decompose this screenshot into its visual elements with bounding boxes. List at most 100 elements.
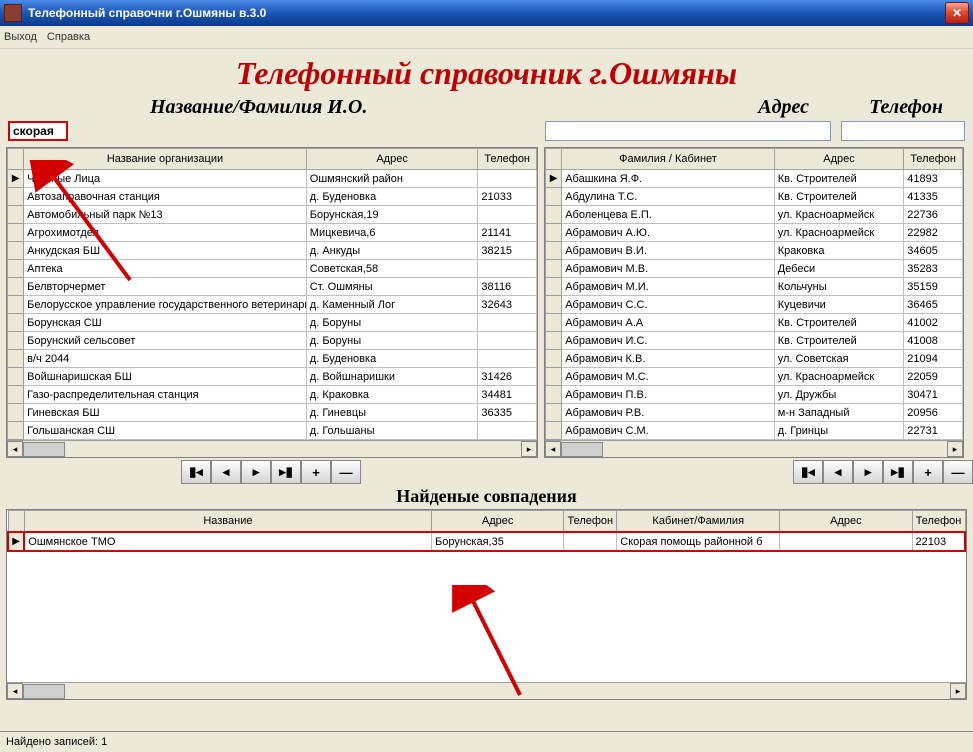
menu-exit[interactable]: Выход [4,31,37,43]
nav-del[interactable]: — [943,460,973,484]
table-row[interactable]: Абрамович А.АКв. Строителей41002 [546,314,963,332]
table-row[interactable]: Гольшанская СШд. Гольшаны [8,422,537,440]
match-grid[interactable]: Название Адрес Телефон Кабинет/Фамилия А… [7,510,966,552]
nav-last[interactable]: ▸▮ [883,460,913,484]
table-row[interactable]: Абрамович К.В.ул. Советская21094 [546,350,963,368]
orgs-col-name[interactable]: Название организации [24,149,307,170]
match-col-name[interactable]: Название [24,511,431,533]
cell: д. Буденовка [306,188,478,206]
nav-add[interactable]: + [913,460,943,484]
people-hscroll[interactable]: ◂ ▸ [545,440,963,457]
table-row[interactable]: Абрамович М.В.Дебеси35283 [546,260,963,278]
orgs-col-phone[interactable]: Телефон [478,149,537,170]
orgs-col-addr[interactable]: Адрес [306,149,478,170]
table-row[interactable]: Абрамович Р.В.м-н Западный20956 [546,404,963,422]
scroll-thumb[interactable] [23,442,65,457]
table-row[interactable]: Гиневская БШд. Гиневцы36335 [8,404,537,422]
table-row[interactable]: ▶Абашкина Я.Ф.Кв. Строителей41893 [546,170,963,188]
table-row[interactable]: Абдулина Т.С.Кв. Строителей41335 [546,188,963,206]
cell: 41002 [904,314,963,332]
nav-prev[interactable]: ◂ [823,460,853,484]
scroll-left-icon[interactable]: ◂ [545,441,561,457]
table-row[interactable]: Газо-распределительная станцияд. Краковк… [8,386,537,404]
table-row[interactable]: Абрамович В.И.Краковка34605 [546,242,963,260]
table-row[interactable]: АптекаСоветская,58 [8,260,537,278]
table-row[interactable]: Аболенцева Е.П.ул. Красноармейск22736 [546,206,963,224]
main-heading: Телефонный справочник г.Ошмяны [0,55,973,92]
people-col-addr[interactable]: Адрес [774,149,904,170]
row-marker [546,422,562,440]
table-row[interactable]: Автомобильный парк №13Борунская,19 [8,206,537,224]
orgs-hscroll[interactable]: ◂ ▸ [7,440,537,457]
next-icon: ▸ [865,464,872,480]
match-col-addr2[interactable]: Адрес [780,511,912,533]
nav-first[interactable]: ▮◂ [181,460,211,484]
table-row[interactable]: ▶Частные ЛицаОшмянский район [8,170,537,188]
nav-next[interactable]: ▸ [853,460,883,484]
table-row[interactable]: Войшнаришская БШд. Войшнаришки31426 [8,368,537,386]
nav-next[interactable]: ▸ [241,460,271,484]
table-row[interactable]: Абрамович А.Ю.ул. Красноармейск22982 [546,224,963,242]
scroll-thumb[interactable] [23,684,65,699]
table-row[interactable]: Анкудская БШд. Анкуды38215 [8,242,537,260]
table-row[interactable]: Абрамович С.М.д. Гринцы22731 [546,422,963,440]
row-marker [546,314,562,332]
match-col-cab[interactable]: Кабинет/Фамилия [617,511,780,533]
cell: Белорусское управление государственного … [24,296,307,314]
scroll-right-icon[interactable]: ▸ [950,683,966,699]
row-marker [546,332,562,350]
search-addr-input[interactable] [545,121,831,141]
nav-last[interactable]: ▸▮ [271,460,301,484]
row-marker: ▶ [8,170,24,188]
match-col-addr[interactable]: Адрес [432,511,564,533]
scroll-right-icon[interactable]: ▸ [947,441,963,457]
people-col-phone[interactable]: Телефон [904,149,963,170]
cell: Ошмянский район [306,170,478,188]
cell: Абрамович К.В. [562,350,775,368]
table-row[interactable]: Абрамович С.С.Куцевичи36465 [546,296,963,314]
close-button[interactable]: ✕ [945,2,969,24]
table-row[interactable]: в/ч 2044д. Буденовка [8,350,537,368]
nav-del[interactable]: — [331,460,361,484]
table-row[interactable]: Абрамович И.С.Кв. Строителей41008 [546,332,963,350]
label-name: Название/Фамилия И.О. [150,96,367,119]
cell: 34481 [478,386,537,404]
prev-icon: ◂ [223,464,230,480]
cell: Автозаправочная станция [24,188,307,206]
cell: ул. Красноармейск [774,224,904,242]
scroll-left-icon[interactable]: ◂ [7,683,23,699]
cell: м-н Западный [774,404,904,422]
nav-add[interactable]: + [301,460,331,484]
table-row[interactable]: Абрамович М.И.Кольчуны35159 [546,278,963,296]
match-col-phone2[interactable]: Телефон [912,511,965,533]
row-marker [8,386,24,404]
menu-help[interactable]: Справка [47,31,90,43]
search-phone-input[interactable] [841,121,965,141]
orgs-grid[interactable]: Название организации Адрес Телефон ▶Част… [7,148,537,440]
cell: 34605 [904,242,963,260]
table-row[interactable]: Белорусское управление государственного … [8,296,537,314]
search-name-input[interactable] [8,121,68,141]
scroll-right-icon[interactable]: ▸ [521,441,537,457]
table-row[interactable]: БелвторчерметСт. Ошмяны38116 [8,278,537,296]
table-row[interactable]: Автозаправочная станцияд. Буденовка21033 [8,188,537,206]
people-grid-panel: Фамилия / Кабинет Адрес Телефон ▶Абашкин… [544,147,964,458]
table-row[interactable]: Абрамович М.С.ул. Красноармейск22059 [546,368,963,386]
cell: Аптека [24,260,307,278]
nav-prev[interactable]: ◂ [211,460,241,484]
table-row[interactable]: АгрохимотделМицкевича,621141 [8,224,537,242]
table-row[interactable]: Абрамович П.В.ул. Дружбы30471 [546,386,963,404]
people-col-name[interactable]: Фамилия / Кабинет [562,149,775,170]
first-icon: ▮◂ [801,464,815,480]
table-row[interactable]: Борунский сельсоветд. Боруны [8,332,537,350]
table-row[interactable]: Борунская СШд. Боруны [8,314,537,332]
match-hscroll[interactable]: ◂ ▸ [7,682,966,699]
scroll-left-icon[interactable]: ◂ [7,441,23,457]
table-row[interactable]: ▶Ошмянское ТМОБорунская,35Скорая помощь … [8,532,965,551]
row-marker [8,260,24,278]
match-col-phone[interactable]: Телефон [564,511,617,533]
label-addr: Адрес [758,96,809,119]
people-grid[interactable]: Фамилия / Кабинет Адрес Телефон ▶Абашкин… [545,148,963,440]
scroll-thumb[interactable] [561,442,603,457]
nav-first[interactable]: ▮◂ [793,460,823,484]
